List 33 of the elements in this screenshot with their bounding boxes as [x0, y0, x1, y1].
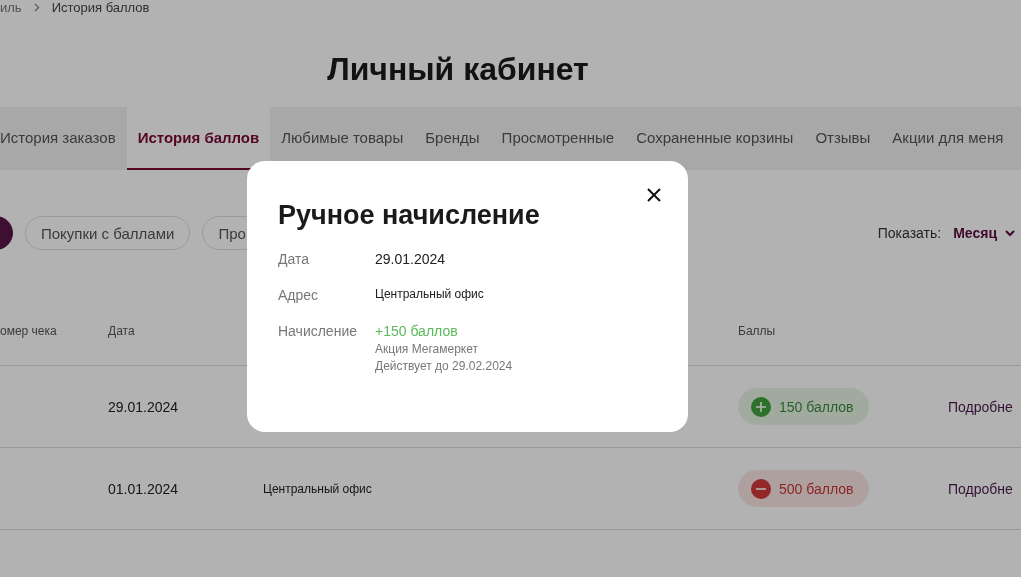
field-label: Адрес	[278, 287, 320, 303]
field-value: 29.01.2024	[375, 251, 446, 267]
tab[interactable]: Отзывы	[804, 107, 882, 170]
column-header: Дата	[108, 324, 135, 338]
points-badge: 500 баллов	[738, 470, 870, 507]
modal-title: Ручное начисление	[278, 200, 541, 231]
details-link[interactable]: Подробне	[948, 480, 1013, 497]
field-value: Центральный офис	[375, 287, 484, 301]
table-cell: 01.01.2024	[108, 480, 179, 497]
field-note: Действует до 29.02.2024	[375, 359, 513, 373]
details-link[interactable]: Подробне	[948, 398, 1013, 415]
breadcrumb-link[interactable]: иль	[0, 0, 22, 15]
column-header: омер чека	[0, 324, 57, 338]
field-label: Дата	[278, 251, 310, 267]
field-note: Акция Мегамеркет	[375, 342, 479, 356]
tab[interactable]: История заказов	[0, 107, 127, 170]
period-dropdown[interactable]: Месяц	[953, 225, 1021, 241]
table-cell: 29.01.2024	[108, 398, 179, 415]
table-cell: Центральный офис	[263, 481, 372, 496]
field-value: +150 баллов	[375, 323, 459, 339]
column-header: Баллы	[738, 324, 776, 338]
tab[interactable]: Сохраненные корзины	[625, 107, 805, 170]
tab[interactable]: Акции для меня	[881, 107, 1015, 170]
field-label: Начисление	[278, 323, 358, 341]
period-label: Показать:	[877, 225, 942, 241]
breadcrumb-link[interactable]: История баллов	[51, 0, 150, 15]
points-badge: 150 баллов	[738, 388, 870, 425]
tab[interactable]: История баллов	[126, 107, 271, 170]
chevron-icon	[33, 2, 40, 12]
page-title: Личный кабинет	[326, 51, 590, 88]
close-button[interactable]	[647, 188, 661, 202]
filter-chip[interactable]: Покупки с баллами	[25, 216, 191, 250]
caret-icon	[1005, 229, 1015, 237]
